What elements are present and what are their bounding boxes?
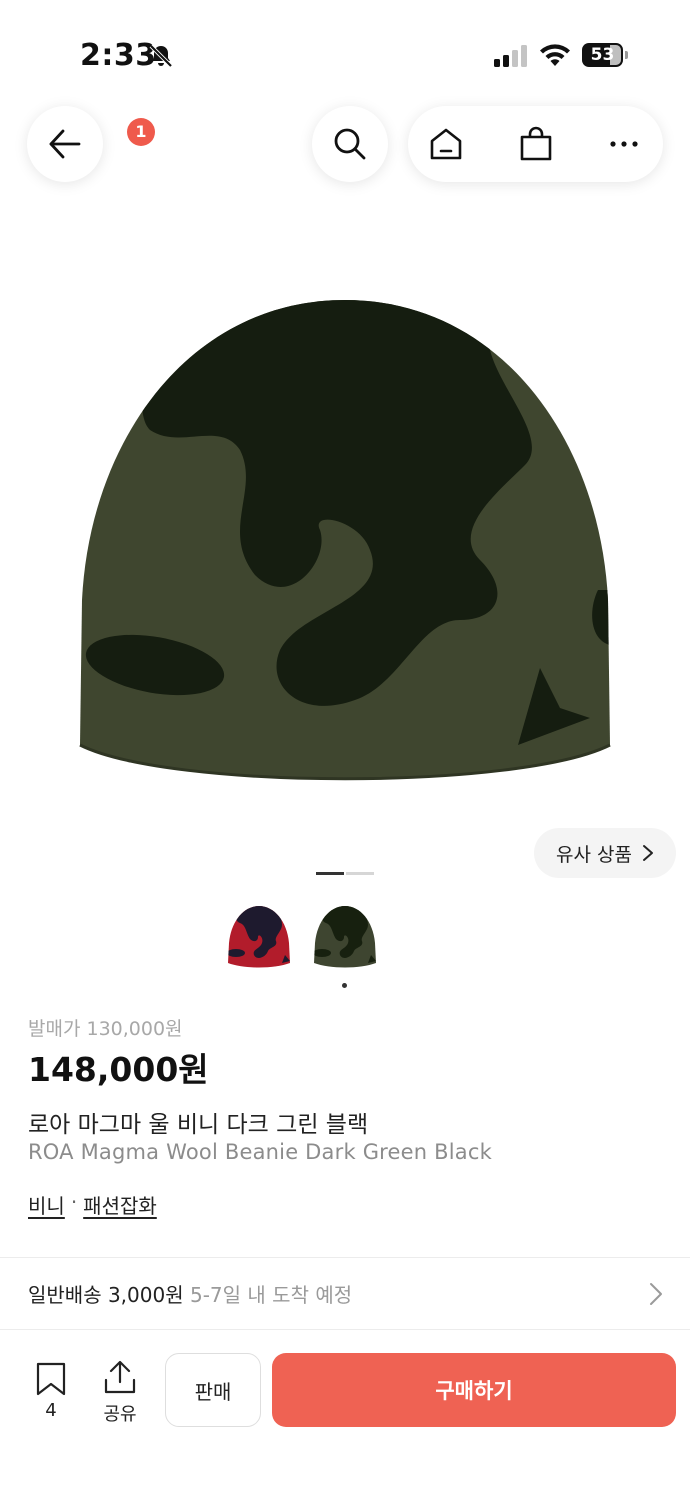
release-price: 발매가 130,000원 xyxy=(28,1018,183,1040)
battery-indicator: 53 xyxy=(582,43,628,67)
carousel-indicator xyxy=(346,872,374,875)
back-button[interactable] xyxy=(27,106,103,182)
shopping-bag-icon xyxy=(520,126,552,161)
divider xyxy=(0,1257,690,1258)
share-label: 공유 xyxy=(103,1404,137,1425)
share-button[interactable]: 공유 xyxy=(96,1360,144,1426)
arrow-left-icon xyxy=(49,129,81,159)
more-horizontal-icon xyxy=(610,141,638,147)
cart-button[interactable] xyxy=(498,106,574,182)
category-link-accessories[interactable]: 패션잡화 xyxy=(83,1190,157,1219)
similar-products-button[interactable]: 유사 상품 xyxy=(534,828,676,878)
share-icon xyxy=(104,1360,136,1394)
home-button[interactable] xyxy=(408,106,484,182)
color-thumbnail-red[interactable] xyxy=(224,903,294,973)
shipping-fee: 일반배송 3,000원 xyxy=(28,1283,184,1307)
buy-button[interactable]: 구매하기 xyxy=(272,1353,676,1427)
status-bar: 2:33 53 xyxy=(0,0,690,100)
selected-thumbnail-dot xyxy=(342,983,347,988)
cart-count-badge: 1 xyxy=(127,118,155,146)
sell-button[interactable]: 판매 xyxy=(165,1353,261,1427)
shipping-info-row[interactable]: 일반배송 3,000원 5-7일 내 도착 예정 xyxy=(28,1279,352,1308)
wifi-icon xyxy=(540,44,570,66)
carousel-indicator-active xyxy=(316,872,344,875)
shipping-eta: 5-7일 내 도착 예정 xyxy=(189,1283,353,1307)
category-separator: · xyxy=(70,1190,78,1214)
search-button[interactable] xyxy=(312,106,388,182)
battery-level: 53 xyxy=(590,45,615,65)
bookmark-icon xyxy=(36,1362,66,1396)
category-breadcrumb: 비니 · 패션잡화 xyxy=(28,1190,157,1219)
more-button[interactable] xyxy=(586,106,662,182)
product-image[interactable] xyxy=(70,290,620,800)
bell-slash-icon xyxy=(149,44,173,68)
similar-products-label: 유사 상품 xyxy=(556,843,632,866)
cellular-signal-icon xyxy=(494,45,527,67)
color-thumbnail-green[interactable] xyxy=(310,903,380,973)
bookmark-count: 4 xyxy=(45,1400,57,1421)
home-icon xyxy=(430,128,462,160)
product-name-korean: 로아 마그마 울 비니 다크 그린 블랙 xyxy=(28,1112,369,1138)
chevron-right-icon xyxy=(642,845,653,861)
search-icon xyxy=(334,128,366,160)
chevron-right-icon[interactable] xyxy=(646,1282,666,1306)
product-price: 148,000원 xyxy=(28,1050,209,1089)
product-name-english: ROA Magma Wool Beanie Dark Green Black xyxy=(28,1140,492,1164)
bookmark-button[interactable]: 4 xyxy=(28,1362,74,1426)
status-time: 2:33 xyxy=(80,38,157,73)
nav-action-group xyxy=(408,106,663,182)
category-link-beanie[interactable]: 비니 xyxy=(28,1190,65,1219)
